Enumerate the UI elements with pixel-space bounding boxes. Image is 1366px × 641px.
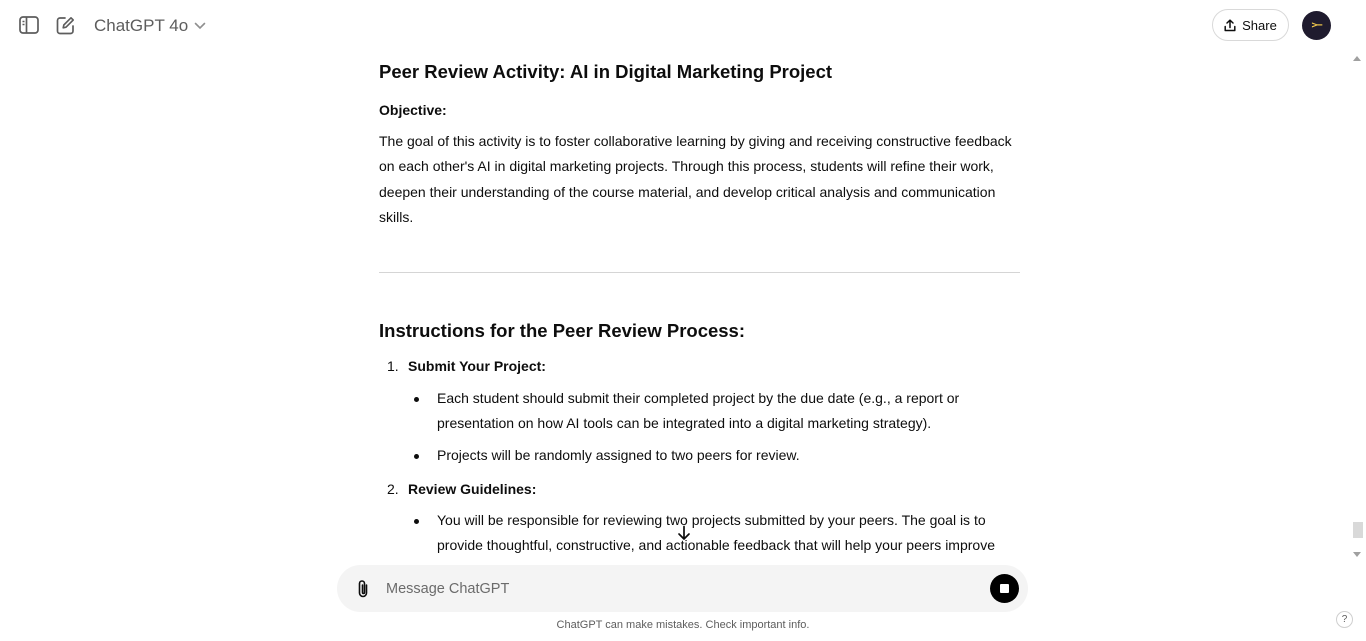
stop-generating-button[interactable] (990, 574, 1019, 603)
objective-text: The goal of this activity is to foster c… (379, 133, 1012, 225)
message-composer (337, 565, 1028, 612)
arrow-down-icon (678, 525, 690, 540)
avatar[interactable]: >− (1302, 11, 1331, 40)
sidebar-toggle-button[interactable] (15, 11, 43, 39)
step-heading: Review Guidelines: (408, 481, 537, 497)
scroll-up-arrow-icon[interactable] (1353, 56, 1361, 61)
edit-icon (56, 16, 74, 34)
scroll-to-bottom-button[interactable] (672, 521, 696, 545)
message-input[interactable] (384, 573, 968, 605)
instructions-title: Instructions for the Peer Review Process… (379, 320, 746, 341)
step-number: 1. (387, 358, 399, 374)
list-item: You will be responsible for reviewing tw… (437, 512, 995, 554)
bullet-dot (414, 397, 419, 402)
list-item: Each student should submit their complet… (437, 390, 960, 432)
scroll-down-arrow-icon[interactable] (1353, 552, 1361, 557)
attach-button[interactable] (351, 577, 375, 601)
divider (379, 272, 1020, 273)
top-header: ChatGPT 4o Share >− (0, 0, 1366, 52)
objective-label: Objective: (379, 102, 447, 118)
page-title: Peer Review Activity: AI in Digital Mark… (379, 61, 833, 82)
conversation-content: Peer Review Activity: AI in Digital Mark… (379, 56, 1020, 556)
share-icon (1224, 18, 1236, 31)
scrollbar[interactable] (1350, 52, 1364, 562)
list-item: Projects will be randomly assigned to tw… (437, 447, 800, 463)
paperclip-icon (358, 580, 368, 598)
scrollbar-thumb[interactable] (1353, 522, 1363, 538)
step-heading: Submit Your Project: (408, 358, 546, 374)
step-number: 2. (387, 481, 399, 497)
stop-icon (1000, 584, 1009, 593)
share-label: Share (1242, 17, 1277, 33)
share-button[interactable]: Share (1212, 9, 1289, 41)
sidebar-icon (19, 16, 39, 34)
avatar-text: >− (1311, 20, 1322, 31)
help-button[interactable]: ? (1336, 611, 1353, 628)
new-chat-button[interactable] (51, 11, 79, 39)
model-selector[interactable]: ChatGPT 4o (86, 12, 214, 40)
model-name: ChatGPT 4o (94, 16, 189, 35)
chevron-down-icon (194, 22, 206, 30)
bullet-dot (414, 454, 419, 459)
bullet-dot (414, 519, 419, 524)
disclaimer-text: ChatGPT can make mistakes. Check importa… (556, 619, 810, 631)
